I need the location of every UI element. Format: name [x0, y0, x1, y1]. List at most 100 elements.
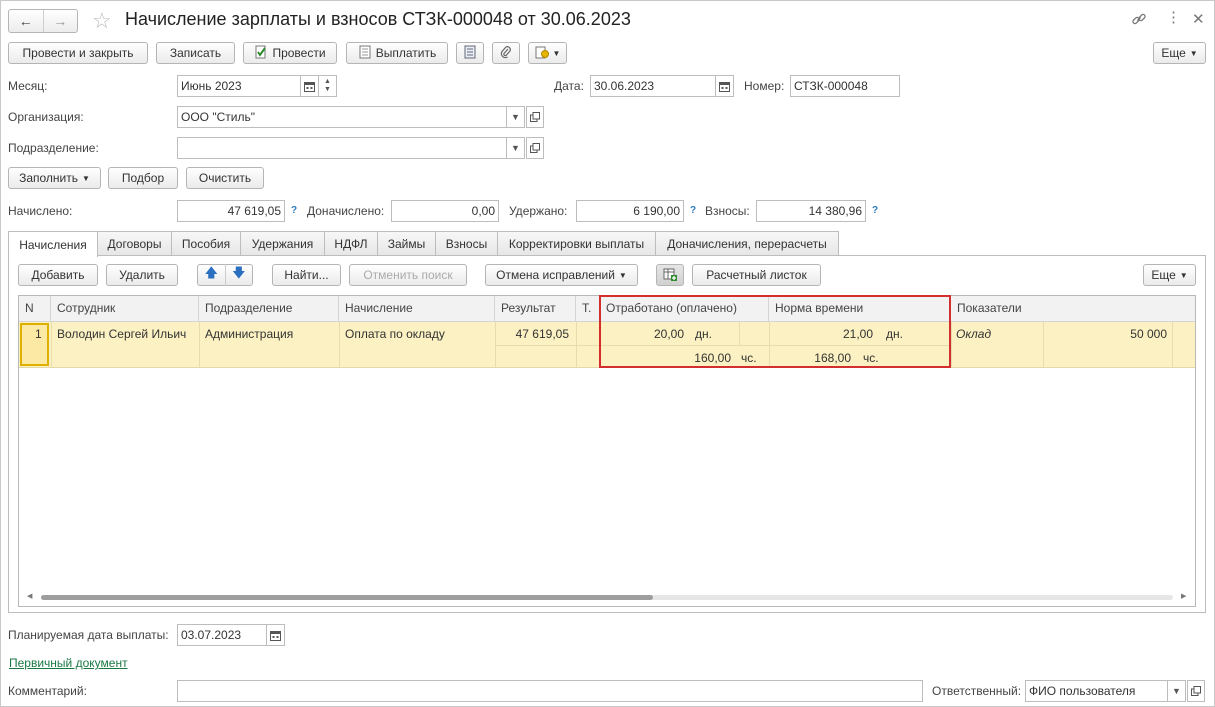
more-button[interactable]: Еще ▼	[1153, 42, 1206, 64]
report-button[interactable]	[456, 42, 484, 64]
employee-cell[interactable]: Володин Сергей Ильич	[57, 327, 186, 341]
cancel-search-button[interactable]: Отменить поиск	[349, 264, 467, 286]
back-arrow-icon[interactable]: ←	[9, 10, 43, 32]
help-icon[interactable]: ?	[690, 205, 696, 216]
delete-button[interactable]: Удалить	[106, 264, 178, 286]
chevron-down-icon: ▼	[1179, 270, 1188, 280]
paperclip-icon	[500, 45, 512, 62]
primary-document-link[interactable]: Первичный документ	[9, 656, 128, 670]
indicator-value-cell[interactable]: 50 000	[1043, 327, 1167, 341]
open-icon[interactable]	[526, 137, 544, 159]
column-divider	[199, 322, 200, 368]
chevron-down-icon: ▼	[1189, 48, 1198, 58]
contributions-field: 14 380,96	[756, 200, 866, 222]
find-button[interactable]: Найти...	[272, 264, 341, 286]
close-icon[interactable]: ✕	[1192, 10, 1205, 28]
column-header-accrual[interactable]: Начисление	[339, 296, 495, 322]
spin-up-icon[interactable]: ▲	[324, 78, 331, 86]
fill-button[interactable]: Заполнить ▼	[8, 167, 101, 189]
column-divider	[51, 322, 52, 368]
tab-benefits[interactable]: Пособия	[171, 231, 241, 256]
scroll-left-icon[interactable]: ◀	[27, 592, 32, 600]
result-cell[interactable]: 47 619,05	[495, 327, 569, 341]
tab-deductions[interactable]: Удержания	[240, 231, 325, 256]
open-icon[interactable]	[526, 106, 544, 128]
clear-button[interactable]: Очистить	[186, 167, 264, 189]
additional-label: Доначислено:	[307, 204, 385, 218]
horizontal-scrollbar[interactable]	[41, 595, 1173, 600]
cancel-corrections-label: Отмена исправлений	[496, 268, 615, 282]
dropdown-arrow-icon[interactable]: ▼	[1168, 680, 1186, 702]
chevron-down-icon: ▼	[82, 173, 90, 183]
withheld-field: 6 190,00	[576, 200, 684, 222]
row-divider	[495, 345, 600, 346]
tab-loans[interactable]: Займы	[377, 231, 436, 256]
spin-down-icon[interactable]: ▼	[324, 86, 331, 94]
clear-label: Очистить	[198, 171, 252, 185]
tab-payment-corrections[interactable]: Корректировки выплаты	[497, 231, 656, 256]
tab-contracts[interactable]: Договоры	[97, 231, 172, 256]
pay-label: Выплатить	[375, 46, 437, 60]
save-button[interactable]: Записать	[156, 42, 235, 64]
month-spinner[interactable]: ▲ ▼	[319, 75, 337, 97]
payslip-label: Расчетный листок	[706, 268, 807, 282]
help-icon[interactable]: ?	[291, 205, 297, 216]
column-header-n[interactable]: N	[19, 296, 51, 322]
forward-arrow-icon[interactable]: →	[42, 10, 78, 32]
add-button[interactable]: Добавить	[18, 264, 98, 286]
more-menu-icon[interactable]: ⋮	[1166, 10, 1181, 26]
comment-label: Комментарий:	[8, 684, 87, 698]
column-divider	[1043, 322, 1044, 368]
show-details-button[interactable]	[656, 264, 684, 286]
pay-button[interactable]: Выплатить	[346, 42, 448, 64]
nav-buttons: ← →	[8, 9, 78, 33]
comment-field[interactable]	[177, 680, 923, 702]
attach-button[interactable]	[492, 42, 520, 64]
link-icon[interactable]	[1131, 11, 1147, 27]
date-field[interactable]: 30.06.2023	[590, 75, 716, 97]
cancel-corrections-button[interactable]: Отмена исправлений ▼	[485, 264, 638, 286]
payslip-button[interactable]: Расчетный листок	[692, 264, 821, 286]
move-down-icon[interactable]: 🡇	[224, 264, 253, 286]
column-header-department[interactable]: Подразделение	[199, 296, 339, 322]
tab-recalculations[interactable]: Доначисления, перерасчеты	[655, 231, 839, 256]
column-header-employee[interactable]: Сотрудник	[51, 296, 199, 322]
create-based-on-button[interactable]: ▼	[528, 42, 567, 64]
tab-contributions[interactable]: Взносы	[435, 231, 498, 256]
scrollbar-thumb[interactable]	[41, 595, 653, 600]
help-icon[interactable]: ?	[872, 205, 878, 216]
chevron-down-icon: ▼	[618, 270, 627, 280]
column-header-indicators[interactable]: Показатели	[951, 296, 1195, 322]
responsible-label: Ответственный:	[932, 684, 1022, 698]
highlight-box	[599, 295, 951, 368]
month-field[interactable]: Июнь 2023	[177, 75, 301, 97]
tab-accruals[interactable]: Начисления	[8, 231, 98, 257]
calendar-icon[interactable]	[267, 624, 285, 646]
move-buttons: 🡅 🡇	[197, 264, 253, 286]
dropdown-arrow-icon[interactable]: ▼	[507, 137, 525, 159]
table-more-button[interactable]: Еще ▼	[1143, 264, 1196, 286]
create-based-on-icon	[535, 45, 549, 62]
calendar-icon[interactable]	[301, 75, 319, 97]
department-field[interactable]	[177, 137, 507, 159]
calendar-icon[interactable]	[716, 75, 734, 97]
department-cell[interactable]: Администрация	[205, 327, 293, 341]
planned-pay-date-field[interactable]: 03.07.2023	[177, 624, 267, 646]
move-up-icon[interactable]: 🡅	[198, 264, 225, 286]
responsible-field[interactable]: ФИО пользователя	[1025, 680, 1168, 702]
post-button[interactable]: Провести	[243, 42, 337, 64]
number-field[interactable]: СТЗК-000048	[790, 75, 900, 97]
post-and-close-button[interactable]: Провести и закрыть	[8, 42, 148, 64]
column-header-result[interactable]: Результат	[495, 296, 576, 322]
scroll-right-icon[interactable]: ▶	[1181, 592, 1186, 600]
dropdown-arrow-icon[interactable]: ▼	[507, 106, 525, 128]
column-header-t[interactable]: Т.	[576, 296, 600, 322]
accrual-cell[interactable]: Оплата по окладу	[345, 327, 445, 341]
open-icon[interactable]	[1187, 680, 1205, 702]
select-button[interactable]: Подбор	[108, 167, 178, 189]
organization-field[interactable]: ООО "Стиль"	[177, 106, 507, 128]
add-label: Добавить	[31, 268, 85, 282]
organization-label: Организация:	[8, 110, 84, 124]
tab-ndfl[interactable]: НДФЛ	[324, 231, 378, 256]
favorite-star-icon[interactable]: ☆	[92, 8, 112, 34]
